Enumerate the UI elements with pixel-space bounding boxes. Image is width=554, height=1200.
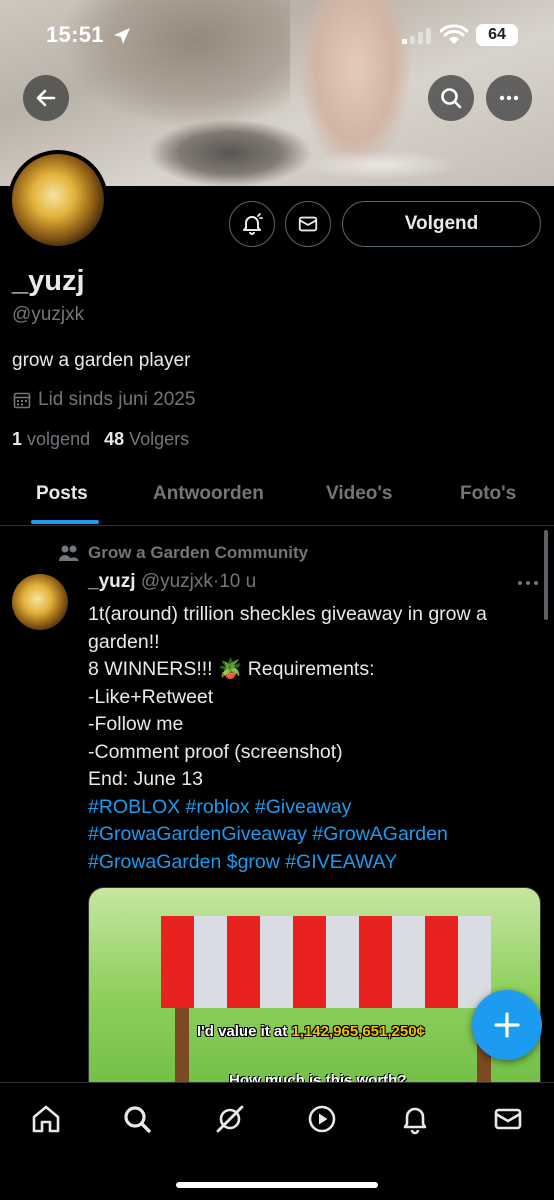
hashtag-line[interactable]: #ROBLOX #roblox #Giveaway	[88, 794, 534, 822]
following-button[interactable]: Volgend	[342, 201, 541, 247]
post-header: _yuzj @yuzjxk·10 u	[88, 571, 256, 593]
community-label[interactable]: Grow a Garden Community	[58, 543, 308, 563]
bell-icon	[403, 1107, 427, 1135]
message-button[interactable]	[285, 201, 331, 247]
post-line: -Follow me	[88, 713, 184, 735]
tab-videos[interactable]: Video's	[326, 483, 392, 505]
profile-bio: grow a garden player	[12, 350, 191, 371]
nav-video[interactable]	[304, 1101, 340, 1137]
post-text: 1t(around) trillion sheckles giveaway in…	[88, 601, 534, 876]
market-stall-awning	[161, 916, 491, 1008]
media-caption: I'd value it at 1,142,965,651,250¢	[197, 1023, 425, 1040]
notifications-button[interactable]	[229, 201, 275, 247]
plus-icon	[494, 1012, 520, 1038]
nav-grok[interactable]	[212, 1101, 248, 1137]
back-arrow-icon	[36, 89, 56, 107]
post-line: -Like+Retweet	[88, 685, 214, 708]
location-arrow-icon	[114, 28, 130, 44]
video-icon	[308, 1105, 336, 1133]
follow-stats: 1 volgend 48 Volgers	[12, 429, 189, 450]
more-options-button[interactable]	[486, 75, 532, 121]
followers-link[interactable]: 48 Volgers	[104, 429, 189, 450]
following-link[interactable]: 1 volgend	[12, 429, 90, 450]
followers-count: 48	[104, 429, 125, 449]
search-icon	[124, 1106, 151, 1133]
nav-notifications[interactable]	[397, 1101, 433, 1137]
post-author-avatar[interactable]	[12, 574, 68, 630]
banner-shadow	[150, 120, 310, 186]
notification-bell-icon	[243, 213, 263, 235]
profile-tabs: Posts Antwoorden Video's Foto's	[0, 466, 554, 526]
media-caption-amount: 1,142,965,651,250¢	[291, 1023, 425, 1040]
tab-photos[interactable]: Foto's	[460, 483, 516, 505]
nav-messages[interactable]	[490, 1101, 526, 1137]
profile-avatar[interactable]	[8, 150, 108, 250]
status-bar: 15:51 64	[0, 18, 554, 54]
home-indicator[interactable]	[176, 1182, 378, 1188]
post-line: End: June 13	[88, 768, 203, 790]
post-author-handle[interactable]: @yuzjxk	[141, 571, 213, 592]
tab-posts[interactable]: Posts	[36, 483, 88, 505]
calendar-icon	[13, 392, 31, 409]
banner-puddle	[300, 150, 460, 180]
joined-text: Lid sinds juni 2025	[38, 389, 196, 410]
post-line: -Comment proof (screenshot)	[88, 740, 343, 763]
post-line: garden!!	[88, 630, 160, 653]
tab-replies[interactable]: Antwoorden	[153, 483, 264, 505]
post-media-image[interactable]: I'd value it at 1,142,965,651,250¢ How m…	[88, 887, 541, 1097]
nav-home[interactable]	[28, 1101, 64, 1137]
active-tab-indicator	[31, 520, 99, 524]
scrollbar[interactable]	[544, 530, 548, 620]
mail-icon	[298, 216, 318, 232]
post-line: 1t(around) trillion sheckles giveaway in…	[88, 603, 487, 625]
cellular-signal-icon	[402, 28, 431, 44]
search-button[interactable]	[428, 75, 474, 121]
home-icon	[32, 1105, 60, 1133]
profile-name: _yuzj	[12, 265, 85, 297]
following-count: 1	[12, 429, 23, 449]
more-icon	[499, 95, 519, 101]
joined-date: Lid sinds juni 2025	[12, 389, 195, 411]
grok-icon	[216, 1105, 244, 1133]
post-time[interactable]: 10 u	[219, 571, 256, 592]
back-button[interactable]	[23, 75, 69, 121]
status-time: 15:51	[46, 22, 104, 47]
media-caption-prefix: I'd value it at	[197, 1023, 292, 1040]
hashtag-line[interactable]: #GrowaGarden $grow #GIVEAWAY	[88, 849, 534, 877]
search-icon	[441, 88, 462, 109]
wifi-icon	[440, 24, 468, 44]
following-label: volgend	[27, 429, 91, 449]
mail-icon	[494, 1108, 522, 1130]
followers-label: Volgers	[129, 429, 190, 449]
community-icon	[59, 545, 79, 561]
compose-post-button[interactable]	[472, 990, 542, 1060]
profile-handle: @yuzjxk	[12, 304, 85, 325]
avatar-image	[12, 154, 104, 246]
post-more-icon[interactable]	[515, 573, 541, 593]
community-name: Grow a Garden Community	[88, 543, 309, 562]
nav-search[interactable]	[119, 1101, 155, 1137]
hashtag-line[interactable]: #GrowaGardenGiveaway #GrowAGarden	[88, 821, 534, 849]
post-line: 8 WINNERS!!! 🪴 Requirements:	[88, 658, 375, 680]
post-author-name[interactable]: _yuzj	[88, 571, 136, 592]
battery-indicator: 64	[476, 24, 518, 46]
